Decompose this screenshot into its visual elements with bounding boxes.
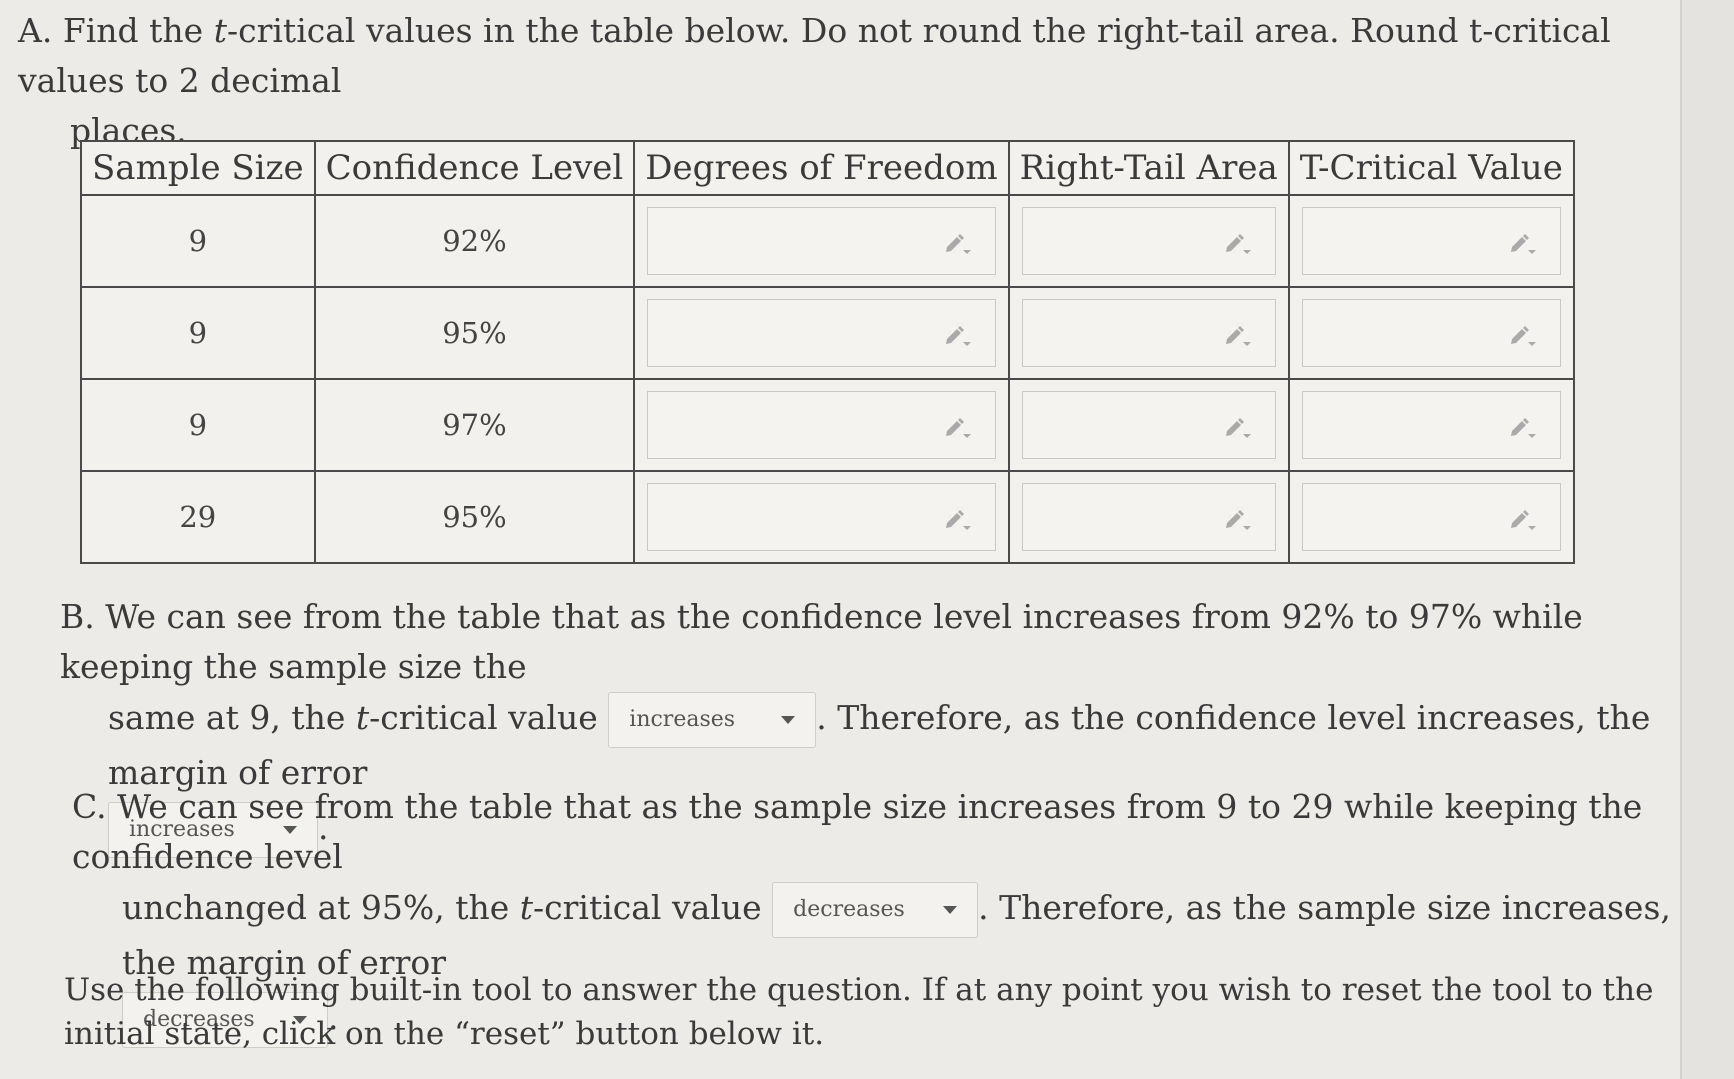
cell-right-tail-area bbox=[1007, 470, 1290, 564]
cell-degrees-of-freedom bbox=[633, 286, 1010, 380]
cell-t-critical-value bbox=[1287, 378, 1575, 472]
part-b-t-italic: t bbox=[355, 698, 370, 737]
cell-degrees-of-freedom bbox=[633, 378, 1010, 472]
header-right-tail-area: Right-Tail Area bbox=[1007, 140, 1290, 196]
part-c-text-2b: -critical value bbox=[533, 888, 762, 927]
degrees-of-freedom-input[interactable] bbox=[647, 483, 996, 551]
degrees-of-freedom-input[interactable] bbox=[647, 299, 996, 367]
pencil-dropdown-icon[interactable] bbox=[943, 414, 973, 440]
cell-sample-size: 9 bbox=[80, 194, 316, 288]
part-c-text-2a: unchanged at 95%, the bbox=[122, 888, 510, 927]
pencil-dropdown-icon[interactable] bbox=[1223, 230, 1253, 256]
part-c-tcritical-dropdown[interactable]: decreases bbox=[772, 882, 979, 938]
dropdown-selected-value: decreases bbox=[793, 897, 905, 922]
right-tail-area-input[interactable] bbox=[1021, 299, 1276, 367]
table-header-row: Sample Size Confidence Level Degrees of … bbox=[80, 140, 1575, 196]
part-b-text-1: We can see from the table that as the co… bbox=[60, 597, 1583, 686]
table-row: 29 95% bbox=[80, 470, 1575, 564]
part-a-t-italic: t bbox=[213, 11, 227, 50]
part-c-letter: C. bbox=[72, 787, 107, 826]
cell-t-critical-value bbox=[1287, 470, 1575, 564]
cell-degrees-of-freedom bbox=[633, 194, 1010, 288]
t-critical-value-input[interactable] bbox=[1301, 299, 1561, 367]
part-a-text-1: Find the bbox=[62, 11, 204, 50]
cell-confidence-level: 97% bbox=[313, 378, 636, 472]
tool-instructions: Use the following built-in tool to answe… bbox=[64, 972, 1654, 1052]
page-right-border bbox=[1680, 0, 1734, 1079]
part-b-tcritical-dropdown[interactable]: increases bbox=[608, 692, 817, 748]
right-tail-area-input[interactable] bbox=[1021, 207, 1276, 275]
part-b-letter: B. bbox=[60, 597, 95, 636]
pencil-dropdown-icon[interactable] bbox=[943, 230, 973, 256]
degrees-of-freedom-input[interactable] bbox=[647, 391, 996, 459]
cell-confidence-level: 92% bbox=[313, 194, 636, 288]
header-degrees-of-freedom: Degrees of Freedom bbox=[633, 140, 1010, 196]
cell-t-critical-value bbox=[1287, 286, 1575, 380]
cell-right-tail-area bbox=[1007, 286, 1290, 380]
cell-t-critical-value bbox=[1287, 194, 1575, 288]
part-c-t-italic: t bbox=[519, 888, 533, 927]
pencil-dropdown-icon[interactable] bbox=[1223, 414, 1253, 440]
part-b-text-2a: same at 9, the bbox=[108, 698, 346, 737]
dropdown-selected-value: increases bbox=[629, 707, 736, 732]
cell-degrees-of-freedom bbox=[633, 470, 1010, 564]
cell-confidence-level: 95% bbox=[313, 470, 636, 564]
cell-sample-size: 29 bbox=[80, 470, 316, 564]
right-tail-area-input[interactable] bbox=[1021, 391, 1276, 459]
right-tail-area-input[interactable] bbox=[1021, 483, 1276, 551]
cell-sample-size: 9 bbox=[80, 286, 316, 380]
pencil-dropdown-icon[interactable] bbox=[1223, 322, 1253, 348]
table-row: 9 92% bbox=[80, 194, 1575, 288]
cell-confidence-level: 95% bbox=[313, 286, 636, 380]
degrees-of-freedom-input[interactable] bbox=[647, 207, 996, 275]
chevron-down-icon bbox=[781, 716, 796, 724]
pencil-dropdown-icon[interactable] bbox=[1508, 322, 1538, 348]
chevron-down-icon bbox=[943, 906, 958, 914]
part-b-text-2b: -critical value bbox=[369, 698, 598, 737]
header-confidence-level: Confidence Level bbox=[313, 140, 636, 196]
cell-right-tail-area bbox=[1007, 194, 1290, 288]
header-sample-size: Sample Size bbox=[80, 140, 316, 196]
pencil-dropdown-icon[interactable] bbox=[1508, 506, 1538, 532]
pencil-dropdown-icon[interactable] bbox=[1508, 230, 1538, 256]
pencil-dropdown-icon[interactable] bbox=[1508, 414, 1538, 440]
header-t-critical-value: T-Critical Value bbox=[1287, 140, 1575, 196]
pencil-dropdown-icon[interactable] bbox=[943, 506, 973, 532]
part-a-letter: A. bbox=[18, 11, 53, 50]
pencil-dropdown-icon[interactable] bbox=[1223, 506, 1253, 532]
t-critical-value-input[interactable] bbox=[1301, 207, 1561, 275]
table-row: 9 97% bbox=[80, 378, 1575, 472]
part-a-text-2: -critical values in the table below. Do … bbox=[18, 11, 1611, 100]
t-critical-value-input[interactable] bbox=[1301, 391, 1561, 459]
part-c-text-1: We can see from the table that as the sa… bbox=[72, 787, 1643, 876]
pencil-dropdown-icon[interactable] bbox=[943, 322, 973, 348]
question-part-a: A. Find the t-critical values in the tab… bbox=[18, 6, 1658, 156]
table-row: 9 95% bbox=[80, 286, 1575, 380]
t-critical-table: Sample Size Confidence Level Degrees of … bbox=[80, 140, 1575, 564]
t-critical-value-input[interactable] bbox=[1301, 483, 1561, 551]
cell-right-tail-area bbox=[1007, 378, 1290, 472]
cell-sample-size: 9 bbox=[80, 378, 316, 472]
